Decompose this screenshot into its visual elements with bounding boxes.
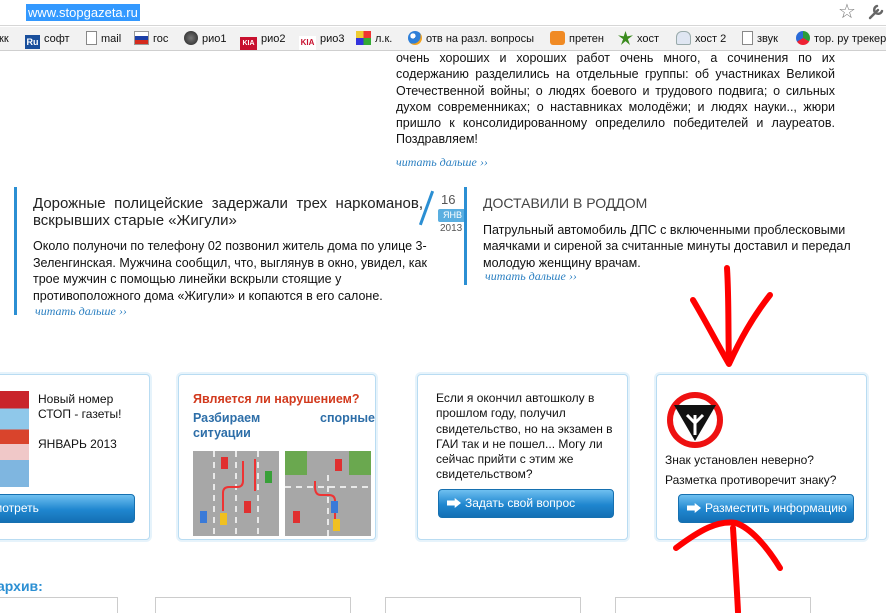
bookmark-label: рио2: [261, 33, 286, 45]
bookmark-label: претен: [569, 33, 604, 45]
news-item-left: Дорожные полицейские задержали трех нарк…: [14, 187, 467, 318]
bookmark-tracker[interactable]: тор. ру трекер: [796, 27, 886, 50]
bookmark-label: рио3: [320, 33, 345, 45]
arrow-icon: [687, 503, 701, 513]
newspaper-cover-image[interactable]: [0, 391, 29, 487]
issue-month: ЯНВАРЬ 2013: [38, 437, 117, 451]
violation-question[interactable]: Является ли нарушением?: [193, 392, 360, 406]
kia-icon: KIA: [240, 37, 257, 50]
top-article-text: очень хороших и хороших работ очень мног…: [396, 51, 835, 147]
archive-box[interactable]: [0, 597, 118, 613]
orange-icon: [550, 31, 565, 45]
top-article-read-more[interactable]: читать дальше ››: [396, 155, 488, 169]
archive-box[interactable]: [385, 597, 581, 613]
bookmark-label: софт: [44, 33, 70, 45]
top-article: жюри было внимательно прочитали все рабо…: [396, 51, 835, 170]
bookmarks-bar: кк Ruсофт mail гос рио1 KIAрио2 KIAрио3 …: [0, 27, 886, 51]
bookmark-label: кк: [0, 33, 9, 45]
news-item-right: ДОСТАВИЛИ В РОДДОМ Патрульный автомобиль…: [464, 187, 864, 285]
news-read-more[interactable]: читать дальше ››: [485, 269, 577, 284]
question-text: Если я окончил автошколу в прошлом году,…: [436, 391, 613, 482]
archive-heading: архив:: [0, 578, 43, 594]
arrow-icon: [447, 498, 461, 508]
address-bar[interactable]: www.stopgazeta.ru ☆: [0, 0, 886, 26]
page-icon: [86, 31, 97, 45]
bookmark-kk[interactable]: кк: [0, 27, 9, 50]
road-scheme-image-2[interactable]: [285, 451, 371, 536]
bookmark-answers[interactable]: отв на разл. вопросы: [408, 27, 535, 50]
bookmark-label: хост 2: [695, 33, 727, 45]
news-body: Около полуночи по телефону 02 позвонил ж…: [33, 239, 427, 303]
bug-icon: [796, 31, 810, 45]
road-scheme-image-1[interactable]: [193, 451, 279, 536]
ask-question-button[interactable]: Задать свой вопрос: [438, 489, 614, 518]
sign-question-1: Знак установлен неверно?: [665, 453, 814, 467]
ru-badge-icon: Ru: [25, 35, 40, 49]
traffic-sign-icon[interactable]: [666, 391, 724, 449]
issue-text: Новый номер СТОП - газеты!: [38, 392, 122, 421]
view-issue-button[interactable]: смотреть: [0, 494, 135, 523]
archive-box[interactable]: [155, 597, 351, 613]
bookmark-label: хост: [637, 33, 660, 45]
news-title[interactable]: ДОСТАВИЛИ В РОДДОМ: [483, 195, 647, 211]
screenshot-root: www.stopgazeta.ru ☆ кк Ruсофт mail гос р…: [0, 0, 886, 613]
bookmark-host2[interactable]: хост 2: [676, 27, 727, 50]
date-year: 2013: [440, 223, 463, 234]
bookmark-gos[interactable]: гос: [134, 27, 169, 50]
bookmark-rio2[interactable]: KIA рио2: [240, 27, 286, 50]
bookmark-zvuk[interactable]: звук: [742, 27, 778, 50]
violation-sub-a: Разбираем: [193, 411, 261, 425]
bookmark-label: mail: [101, 33, 122, 45]
kia-icon: KIA: [299, 36, 316, 50]
bookmark-label: звук: [757, 33, 778, 45]
card-new-issue: Новый номер СТОП - газеты! ЯНВАРЬ 2013 с…: [0, 374, 150, 540]
bookmark-label: л.к.: [375, 33, 393, 45]
wrench-menu-icon[interactable]: [866, 2, 886, 22]
bookmark-label: отв на разл. вопросы: [426, 33, 535, 45]
sign-question-2: Разметка противоречит знаку?: [665, 473, 837, 487]
news-body: Патрульный автомобиль ДПС с включенными …: [483, 223, 851, 270]
violation-subtitle: Разбираем спорные: [193, 410, 375, 426]
bookmark-preten[interactable]: претен: [550, 27, 604, 50]
card-ask-question: Если я окончил автошколу в прошлом году,…: [417, 374, 628, 540]
post-info-button[interactable]: Разместить информацию: [678, 494, 854, 523]
globe-icon: [408, 31, 422, 45]
url-text[interactable]: www.stopgazeta.ru: [26, 4, 140, 21]
page-icon: [742, 31, 753, 45]
date-badge: 16 ЯНВ 2013: [413, 190, 467, 234]
bookmark-rio1[interactable]: рио1: [184, 27, 227, 50]
bookmark-lk[interactable]: л.к.: [356, 27, 393, 50]
news-read-more[interactable]: читать дальше ››: [35, 304, 127, 319]
bookmark-mail[interactable]: mail: [86, 27, 122, 50]
bookmark-label: тор. ру трекер: [814, 33, 886, 45]
violation-sub-b: спорные: [320, 411, 375, 425]
bookmark-host[interactable]: хост: [618, 27, 660, 50]
bookmark-soft[interactable]: Ru софт: [25, 27, 70, 50]
button-label: смотреть: [0, 501, 39, 515]
colorful-icon: [356, 31, 371, 45]
russia-flag-icon: [134, 31, 149, 45]
card-sign-report: Знак установлен неверно? Разметка против…: [656, 374, 867, 540]
date-month: ЯНВ: [438, 209, 467, 222]
button-label: Разместить информацию: [705, 501, 847, 515]
card-violation: Является ли нарушением? Разбираем спорны…: [178, 374, 376, 540]
leaf-icon: [618, 31, 633, 45]
news-title[interactable]: Дорожные полицейские задержали трех нарк…: [33, 195, 423, 229]
bookmark-label: гос: [153, 33, 169, 45]
bookmark-star-icon[interactable]: ☆: [838, 1, 856, 23]
button-label: Задать свой вопрос: [465, 496, 576, 510]
violation-subtitle-2: ситуации: [193, 426, 251, 440]
bookmark-label: рио1: [202, 33, 227, 45]
bookmark-rio3[interactable]: KIA рио3: [299, 27, 345, 50]
date-day: 16: [441, 192, 456, 207]
page-content: жюри было внимательно прочитали все рабо…: [0, 51, 886, 613]
archive-box[interactable]: [615, 597, 811, 613]
dark-circle-icon: [184, 31, 198, 45]
date-divider: [418, 190, 435, 226]
ghost-icon: [676, 31, 691, 45]
